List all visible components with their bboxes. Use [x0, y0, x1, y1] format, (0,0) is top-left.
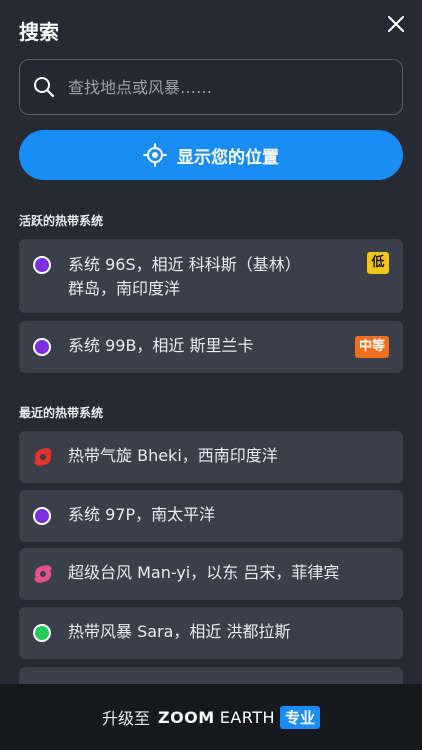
system-dot-icon [33, 507, 51, 525]
search-box[interactable] [19, 59, 403, 115]
upgrade-prefix: 升级至 [101, 709, 150, 728]
system-name: 系统 97P，南太平洋 [68, 505, 216, 524]
system-dot-icon [33, 338, 51, 356]
intensity-badge: 低 [367, 252, 389, 274]
typhoon-icon [34, 565, 52, 583]
close-button[interactable] [384, 12, 408, 36]
recent-system-card[interactable]: 热带风暴 Sara，相近 洪都拉斯 [19, 607, 403, 659]
crosshair-icon [143, 143, 167, 167]
pro-badge: 专业 [280, 705, 321, 729]
system-name: 超级台风 Man-yi，以东 吕宋，菲律宾 [68, 563, 340, 582]
active-system-card[interactable]: 系统 99B，相近 斯里兰卡 中等 [19, 321, 403, 373]
cyclone-icon [34, 448, 52, 466]
recent-system-card[interactable]: 热带气旋 Bheki，西南印度洋 [19, 431, 403, 483]
show-location-label: 显示您的位置 [177, 147, 279, 167]
system-dot-icon [33, 624, 51, 642]
system-name: 热带气旋 Bheki，西南印度洋 [68, 446, 278, 465]
system-name-line2: 群岛，南印度洋 [68, 279, 181, 298]
system-dot-icon [33, 256, 51, 274]
search-input[interactable] [56, 60, 402, 114]
system-name: 系统 96S，相近 科科斯（基林） 群岛，南印度洋 [68, 253, 301, 301]
brand-name-light: EARTH [219, 707, 276, 727]
recent-system-card[interactable]: 系统 97P，南太平洋 [19, 490, 403, 542]
system-name: 热带风暴 Sara，相近 洪都拉斯 [68, 622, 291, 641]
show-location-button[interactable]: 显示您的位置 [19, 130, 403, 180]
recent-section-title: 最近的热带系统 [19, 406, 104, 420]
brand-name-bold: ZOOM [157, 707, 215, 727]
system-name: 系统 99B，相近 斯里兰卡 [68, 336, 254, 355]
header: 搜索 [0, 0, 422, 56]
intensity-badge: 中等 [354, 336, 389, 358]
search-icon [34, 77, 55, 98]
active-system-card[interactable]: 系统 96S，相近 科科斯（基林） 群岛，南印度洋 低 [19, 239, 403, 313]
upgrade-banner[interactable]: 升级至 ZOOM EARTH 专业 [0, 684, 422, 750]
system-name-line1: 系统 96S，相近 科科斯（基林） [68, 255, 301, 274]
active-section-title: 活跃的热带系统 [19, 214, 104, 228]
recent-system-card[interactable]: 超级台风 Man-yi，以东 吕宋，菲律宾 [19, 548, 403, 600]
close-icon[interactable] [384, 12, 408, 36]
page-title: 搜索 [19, 20, 59, 44]
